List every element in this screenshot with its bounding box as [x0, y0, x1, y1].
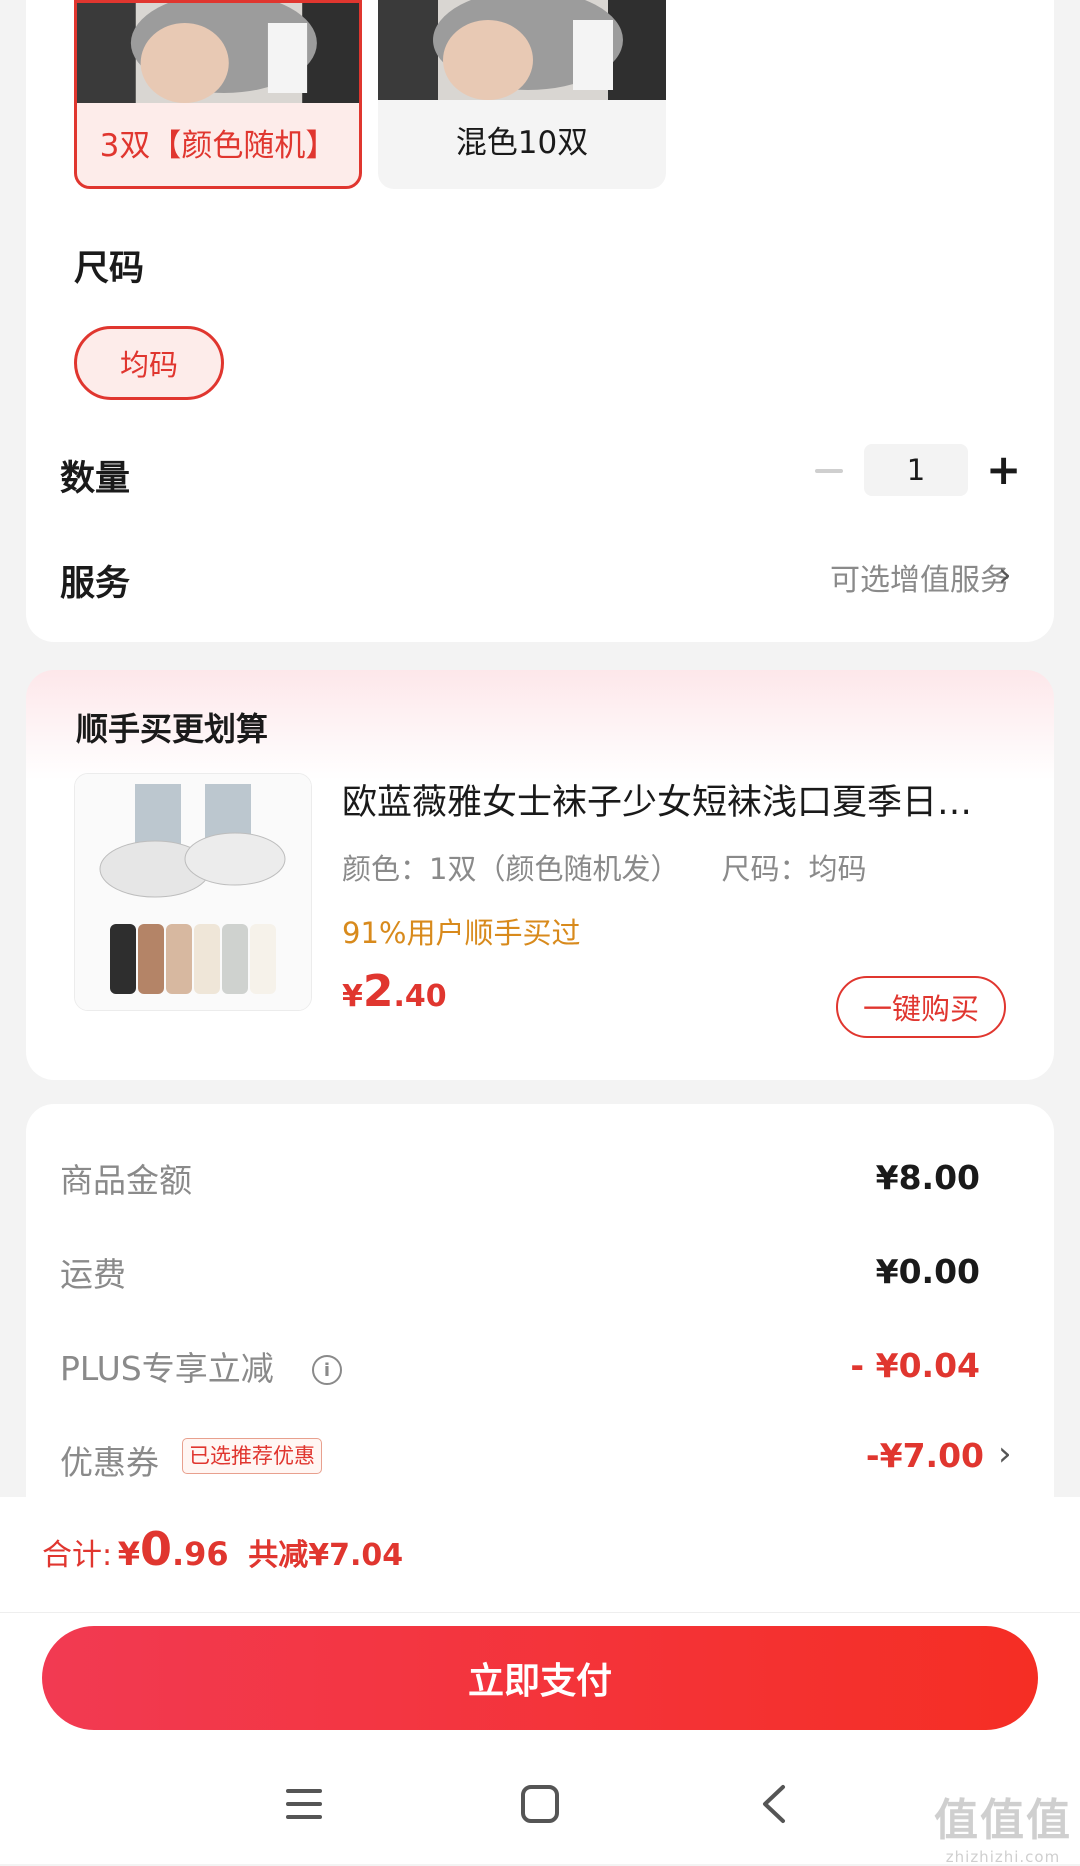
chevron-right-icon[interactable]: › — [998, 1434, 1012, 1474]
total-label: 合计: — [42, 1538, 113, 1573]
spec-option-image — [378, 0, 666, 100]
total-saved: 共减¥7.04 — [248, 1538, 404, 1573]
info-icon[interactable]: i — [312, 1355, 342, 1385]
spec-option-label: 3双【颜色随机】 — [99, 128, 337, 164]
quantity-increase-button[interactable]: + — [986, 449, 1021, 491]
spec-option-3-pairs[interactable]: 3双【颜色随机】 — [74, 0, 362, 189]
back-icon[interactable] — [744, 1774, 804, 1834]
home-icon[interactable] — [510, 1774, 570, 1834]
watermark-url: zhizhizhi.com — [945, 1848, 1061, 1866]
upsell-social-proof: 91%用户顺手买过 — [342, 916, 581, 950]
plus-discount-value: - ¥0.04 — [850, 1346, 980, 1385]
total-line: 合计: ¥0.96 共减¥7.04 — [42, 1522, 403, 1576]
upsell-title: 顺手买更划算 — [76, 710, 269, 748]
upsell-color-spec: 颜色：1双（颜色随机发） — [342, 852, 680, 886]
price-decimal: .40 — [393, 979, 447, 1014]
one-click-buy-button[interactable]: 一键购买 — [836, 976, 1006, 1038]
price-currency: ¥ — [342, 979, 363, 1014]
quantity-value[interactable]: 1 — [864, 444, 968, 496]
coupon-label: 优惠券 — [60, 1443, 159, 1482]
upsell-price: ¥2.40 — [342, 966, 447, 1017]
upsell-product-image[interactable] — [74, 773, 312, 1011]
menu-icon[interactable] — [274, 1774, 334, 1834]
upsell-product-name[interactable]: 欧蓝薇雅女士袜子少女短袜浅口夏季日… — [342, 774, 1022, 825]
service-hint[interactable]: 可选增值服务 — [830, 555, 1010, 599]
goods-amount-value: ¥8.00 — [875, 1158, 980, 1197]
spec-option-image — [77, 3, 359, 103]
upsell-product-spec: 颜色：1双（颜色随机发） 尺码：均码 — [342, 846, 866, 888]
total-currency: ¥ — [117, 1535, 140, 1573]
total-decimal: .96 — [171, 1535, 229, 1573]
divider — [0, 1612, 1080, 1613]
watermark-logo: 值值值 zhizhizhi.com — [934, 1784, 1072, 1866]
service-label: 服务 — [60, 564, 131, 604]
plus-discount-label: PLUS专享立减 — [60, 1349, 274, 1388]
spec-card: 3双【颜色随机】 混色10双 尺码 — [26, 0, 1054, 642]
socks-product-photo — [75, 774, 311, 1010]
upsell-card: 顺手买更划算 欧蓝薇雅女士袜子少女短袜浅口夏季日… 颜色：1双（颜色随机发） 尺码… — [26, 670, 1054, 1080]
coupon-value[interactable]: -¥7.00 — [866, 1436, 984, 1475]
coupon-recommended-tag: 已选推荐优惠 — [182, 1438, 322, 1474]
total-integer: 0 — [139, 1522, 172, 1576]
spec-option-label: 混色10双 — [455, 125, 589, 161]
size-title: 尺码 — [74, 249, 145, 289]
price-integer: 2 — [362, 966, 394, 1017]
spec-option-mixed-10-pairs[interactable]: 混色10双 — [378, 0, 666, 189]
shipping-label: 运费 — [60, 1255, 126, 1294]
quantity-label: 数量 — [60, 459, 131, 499]
shipping-value: ¥0.00 — [875, 1252, 980, 1291]
size-option-one-size[interactable]: 均码 — [74, 326, 224, 400]
chevron-right-icon[interactable]: › — [998, 555, 1012, 595]
goods-amount-label: 商品金额 — [60, 1161, 192, 1200]
watermark-text: 值值值 — [934, 1795, 1072, 1846]
pay-now-button[interactable]: 立即支付 — [42, 1626, 1038, 1730]
upsell-size-spec: 尺码：均码 — [721, 852, 867, 886]
quantity-decrease-button[interactable] — [814, 449, 844, 493]
